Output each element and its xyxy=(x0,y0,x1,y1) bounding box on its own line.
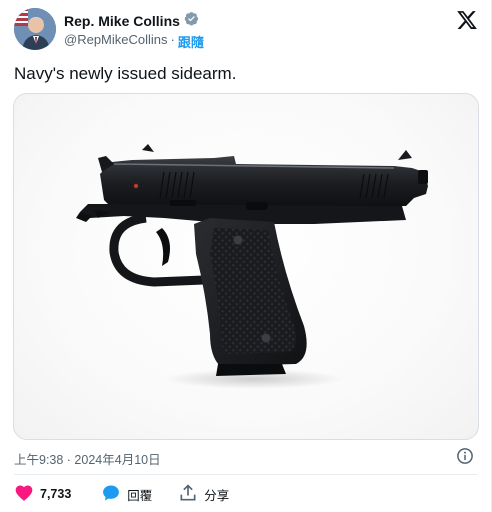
pistol-image xyxy=(76,144,428,389)
x-logo-icon[interactable] xyxy=(456,9,478,31)
tweet-image[interactable] xyxy=(13,93,479,440)
follow-button[interactable]: 跟隨 xyxy=(178,32,204,51)
author-handle[interactable]: @RepMikeCollins xyxy=(64,32,168,51)
separator: · xyxy=(170,32,175,47)
like-count: 7,733 xyxy=(40,487,72,501)
share-upload-icon xyxy=(178,483,198,506)
share-label: 分享 xyxy=(204,488,230,503)
action-bar: 7,733 回覆 分享 xyxy=(14,482,229,506)
info-icon[interactable] xyxy=(456,447,474,465)
verified-badge-icon xyxy=(184,11,199,31)
heart-icon xyxy=(14,483,34,506)
tweet-header: Rep. Mike Collins @RepMikeCollins · 跟隨 xyxy=(14,8,480,52)
divider xyxy=(14,474,477,475)
speech-bubble-icon xyxy=(101,483,121,506)
avatar[interactable] xyxy=(14,8,56,50)
author-name[interactable]: Rep. Mike Collins xyxy=(64,13,180,29)
reply-label: 回覆 xyxy=(127,488,153,503)
share-button[interactable]: 分享 xyxy=(178,483,229,506)
author-name-row: Rep. Mike Collins xyxy=(64,11,199,31)
reply-button[interactable]: 回覆 xyxy=(101,483,152,506)
like-button[interactable]: 7,733 xyxy=(14,483,71,506)
tweet-text: Navy's newly issued sidearm. xyxy=(14,64,237,83)
tweet-timestamp[interactable]: 上午9:38 · 2024年4月10日 xyxy=(14,449,161,468)
tweet-card: Rep. Mike Collins @RepMikeCollins · 跟隨 N… xyxy=(0,0,492,512)
handle-row: @RepMikeCollins · 跟隨 xyxy=(64,32,204,51)
